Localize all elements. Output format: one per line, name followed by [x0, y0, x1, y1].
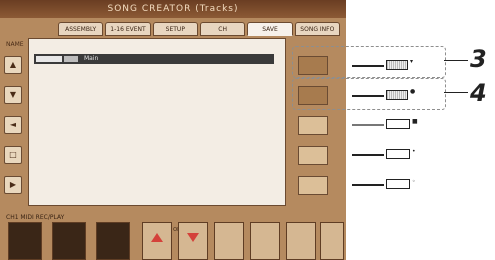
right-button-5[interactable] [298, 176, 328, 195]
screen-title: SONG CREATOR (Tracks) [0, 0, 346, 18]
annotation-line-2 [352, 95, 384, 97]
page-icon[interactable]: □ [4, 146, 22, 164]
scroll-up-icon[interactable]: ▲ [4, 56, 22, 74]
callout-number-4: 4 [470, 79, 487, 107]
red-down-arrow-icon [187, 233, 199, 242]
tab-3[interactable]: CH [199, 22, 246, 36]
annotation-rect-1 [386, 60, 408, 70]
tab-bar: ASSEMBLY 1-16 EVENT SETUP CH SAVE SONG I… [58, 22, 340, 36]
annotation-rect-5 [386, 179, 410, 189]
annotation-line-5 [352, 184, 384, 186]
bottom-button-7[interactable] [286, 222, 316, 260]
annotation-dot-5: ◦ [412, 178, 416, 185]
tab-2[interactable]: SETUP [152, 22, 198, 36]
bottom-button-down[interactable] [178, 222, 208, 260]
callout-box-3 [292, 46, 446, 78]
annotation-dot-2: ● [410, 88, 416, 95]
tab-0[interactable]: ASSEMBLY [58, 22, 104, 36]
annotation-line-1 [352, 65, 384, 67]
callout-leader-4 [444, 92, 468, 93]
annotation-rect-4 [386, 149, 410, 159]
tab-5[interactable]: SONG INFO [294, 22, 340, 36]
callout-leader-3 [444, 60, 468, 61]
annotation-line-4 [352, 154, 384, 156]
triangle-icon[interactable]: ▶ [4, 176, 22, 194]
bottom-button-6[interactable] [250, 222, 280, 260]
callout-box-4 [292, 78, 446, 110]
annotation-rect-3 [386, 119, 410, 129]
right-button-4[interactable] [298, 146, 328, 165]
bottom-button-5[interactable] [214, 222, 244, 260]
bottom-knob-1[interactable] [8, 222, 42, 260]
callout-number-3: 3 [470, 45, 487, 73]
annotation-dot-4: • [412, 148, 416, 155]
tab-1[interactable]: 1-16 EVENT [105, 22, 151, 36]
left-arrow-icon[interactable]: ◄ [4, 116, 22, 134]
bottom-knob-3[interactable] [96, 222, 130, 260]
track-chip [36, 56, 62, 62]
tab-4[interactable]: SAVE [247, 22, 293, 36]
red-up-arrow-icon [151, 233, 163, 242]
bottom-labels: CH1 MIDI REC/PLAY [6, 214, 65, 221]
bottom-knob-2[interactable] [52, 222, 86, 260]
track-chip-secondary [64, 56, 78, 62]
annotation-rect-2 [386, 90, 408, 100]
scroll-down-icon[interactable]: ▼ [4, 86, 22, 104]
annotation-line-3 [352, 124, 384, 126]
annotation-dot-1: ▾ [410, 58, 414, 65]
bottom-button-8[interactable] [320, 222, 344, 260]
device-screen: SONG CREATOR (Tracks) ASSEMBLY 1-16 EVEN… [0, 0, 346, 260]
track-row-text: Main [84, 55, 99, 62]
list-header: NAME [6, 41, 24, 48]
right-button-3[interactable] [298, 116, 328, 135]
bottom-button-up[interactable] [142, 222, 172, 260]
annotation-dot-3: ■ [412, 118, 418, 125]
